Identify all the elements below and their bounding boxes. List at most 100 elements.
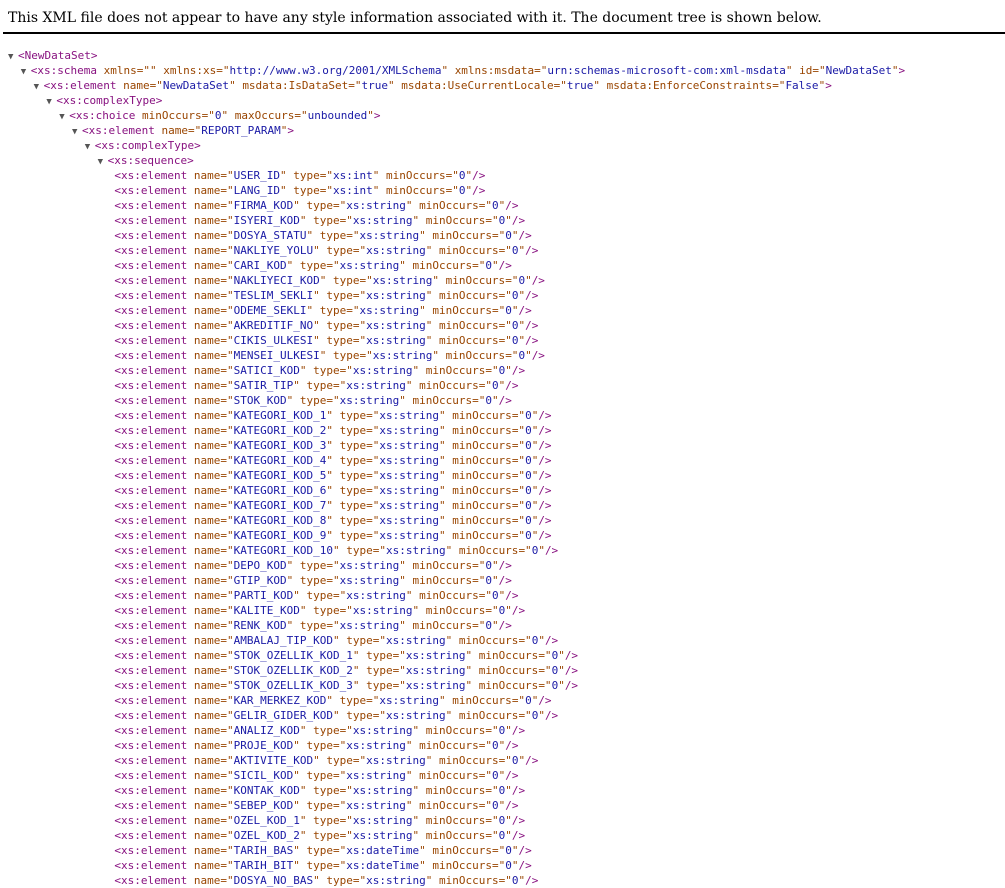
tag-close-bracket: > [287,124,294,137]
tag-close-bracket: /> [511,784,526,797]
xml-attribute-name: minOccurs [458,544,519,557]
xml-attribute-quote: " [558,649,565,662]
xml-attribute-quote: " [505,364,512,377]
xml-attribute-equals: =" [339,604,353,617]
xml-attribute-equals: =" [498,319,512,332]
xml-attribute-equals: =" [220,679,234,692]
xml-attribute-quote: " [538,544,545,557]
xml-attribute-name: minOccurs [452,469,512,482]
xml-attribute-name: minOccurs [452,424,512,437]
xml-attribute-name: name [193,304,221,317]
xml-attribute-name: minOccurs [412,394,473,407]
xml-tag-name: xs:element [121,844,188,857]
xml-attribute-value: REPORT_PARAM [201,124,281,137]
xml-attribute-quote: " [326,694,333,707]
xml-attribute-value: GELIR_GIDER_KOD [233,709,333,722]
xml-attribute-value: GTIP_KOD [233,574,287,587]
xml-tree-line[interactable]: ▼ <NewDataSet> [0,48,1005,63]
xml-attribute-name: name [193,589,221,602]
xml-attribute-name: name [193,469,221,482]
xml-attribute-equals: =" [366,694,380,707]
xml-attribute-quote: " [425,244,433,257]
xml-attribute-quote: " [438,694,446,707]
xml-attribute-name: name [193,499,221,512]
xml-attribute-value: 0 [525,694,532,707]
xml-attribute-value: LANG_ID [233,184,280,197]
xml-attribute-quote: " [405,769,413,782]
xml-attribute-name: minOccurs [452,694,512,707]
xml-attribute-value: NAKLIYE_YOLU [233,244,314,257]
xml-attribute-value: USER_ID [233,169,280,182]
xml-attribute-equals: =" [445,169,459,182]
xml-tree-line: <xs:element name="STOK_OZELLIK_KOD_1" ty… [0,648,1005,663]
xml-tree-line: <xs:element name="KATEGORI_KOD_2" type="… [0,423,1005,438]
xml-attribute-equals: =" [220,439,234,452]
xml-attribute-quote: " [299,604,307,617]
xml-tree-line[interactable]: ▼ <xs:complexType> [0,93,1005,108]
xml-attribute-name: minOccurs [385,184,446,197]
xml-tree-line[interactable]: ▼ <xs:element name="NewDataSet" msdata:Is… [0,78,1005,93]
xml-attribute-name: type [293,184,320,197]
xml-attribute-name: name [193,604,221,617]
xml-attribute-quote: " [491,259,499,272]
xml-attribute-quote: " [286,619,294,632]
xml-attribute-quote: " [293,739,300,752]
tag-close-bracket: /> [472,184,486,197]
xml-tree-line: <xs:element name="KATEGORI_KOD_10" type=… [0,543,1005,558]
xml-attribute-value: ISYERI_KOD [233,214,300,227]
xml-attribute-name: type [306,799,333,812]
xml-tree-line: <xs:element name="GELIR_GIDER_KOD" type=… [0,708,1005,723]
xml-attribute-quote: " [412,784,420,797]
xml-tag-name: xs:element [88,124,155,137]
xml-tag-name: xs:element [121,784,188,797]
xml-attribute-value: xs:string [379,499,439,512]
xml-tree-line: <xs:element name="RENK_KOD" type="xs:str… [0,618,1005,633]
xml-attribute-quote: " [352,679,360,692]
xml-tree-line: <xs:element name="AKTIVITE_KOD" type="xs… [0,753,1005,768]
no-style-info-message: This XML file does not appear to have an… [8,10,822,26]
xml-attribute-quote: " [286,259,294,272]
xml-attribute-value: SICIL_KOD [233,769,294,782]
xml-attribute-value: xs:string [346,739,406,752]
xml-attribute-name: minOccurs [452,529,512,542]
xml-attribute-value: xs:string [359,304,420,317]
xml-attribute-name: type [293,169,320,182]
xml-attribute-quote: " [299,214,307,227]
tag-close-bracket: /> [518,304,532,317]
xml-attribute-name: type [339,499,367,512]
xml-attribute-value: TARIH_BIT [233,859,294,872]
xml-attribute-quote: " [505,724,512,737]
xml-tree-line: <xs:element name="KATEGORI_KOD_4" type="… [0,453,1005,468]
xml-attribute-quote: " [286,394,294,407]
xml-attribute-name: id [799,64,813,77]
xml-attribute-value: xs:string [366,244,426,257]
xml-attribute-name: type [306,844,333,857]
xml-attribute-name: name [193,574,221,587]
xml-tree-line[interactable]: ▼ <xs:complexType> [0,138,1005,153]
xml-attribute-value: xs:string [379,694,439,707]
tag-close-bracket: /> [538,439,552,452]
xml-attribute-name: type [306,379,333,392]
xml-attribute-equals: =" [220,544,234,557]
tag-close-bracket: > [155,94,163,107]
xml-attribute-equals: =" [220,799,234,812]
xml-tree-line[interactable]: ▼ <xs:element name="REPORT_PARAM"> [0,123,1005,138]
xml-attribute-equals: =" [538,679,552,692]
xml-attribute-value: xs:string [346,589,406,602]
xml-attribute-equals: =" [485,604,499,617]
xml-tree-line[interactable]: ▼ <xs:schema xmlns="" xmlns:xs="http://ww… [0,63,1005,78]
xml-attribute-equals: =" [220,469,234,482]
xml-tag-name: xs:element [121,499,188,512]
xml-attribute-equals: =" [187,124,202,137]
xml-attribute-quote: " [326,484,333,497]
xml-attribute-value: xs:string [352,364,413,377]
xml-attribute-value: OZEL_KOD_2 [233,829,300,842]
tag-open-bracket: < [82,124,89,137]
xml-tree-line[interactable]: ▼ <xs:sequence> [0,153,1005,168]
xml-tag-name: xs:element [121,724,188,737]
xml-attribute-equals: =" [505,349,519,362]
xml-tag-name: xs:sequence [114,154,188,167]
xml-tree-line[interactable]: ▼ <xs:choice minOccurs="0" maxOccurs="unb… [0,108,1005,123]
xml-attribute-name: name [193,739,221,752]
xml-attribute-name: type [332,274,360,287]
